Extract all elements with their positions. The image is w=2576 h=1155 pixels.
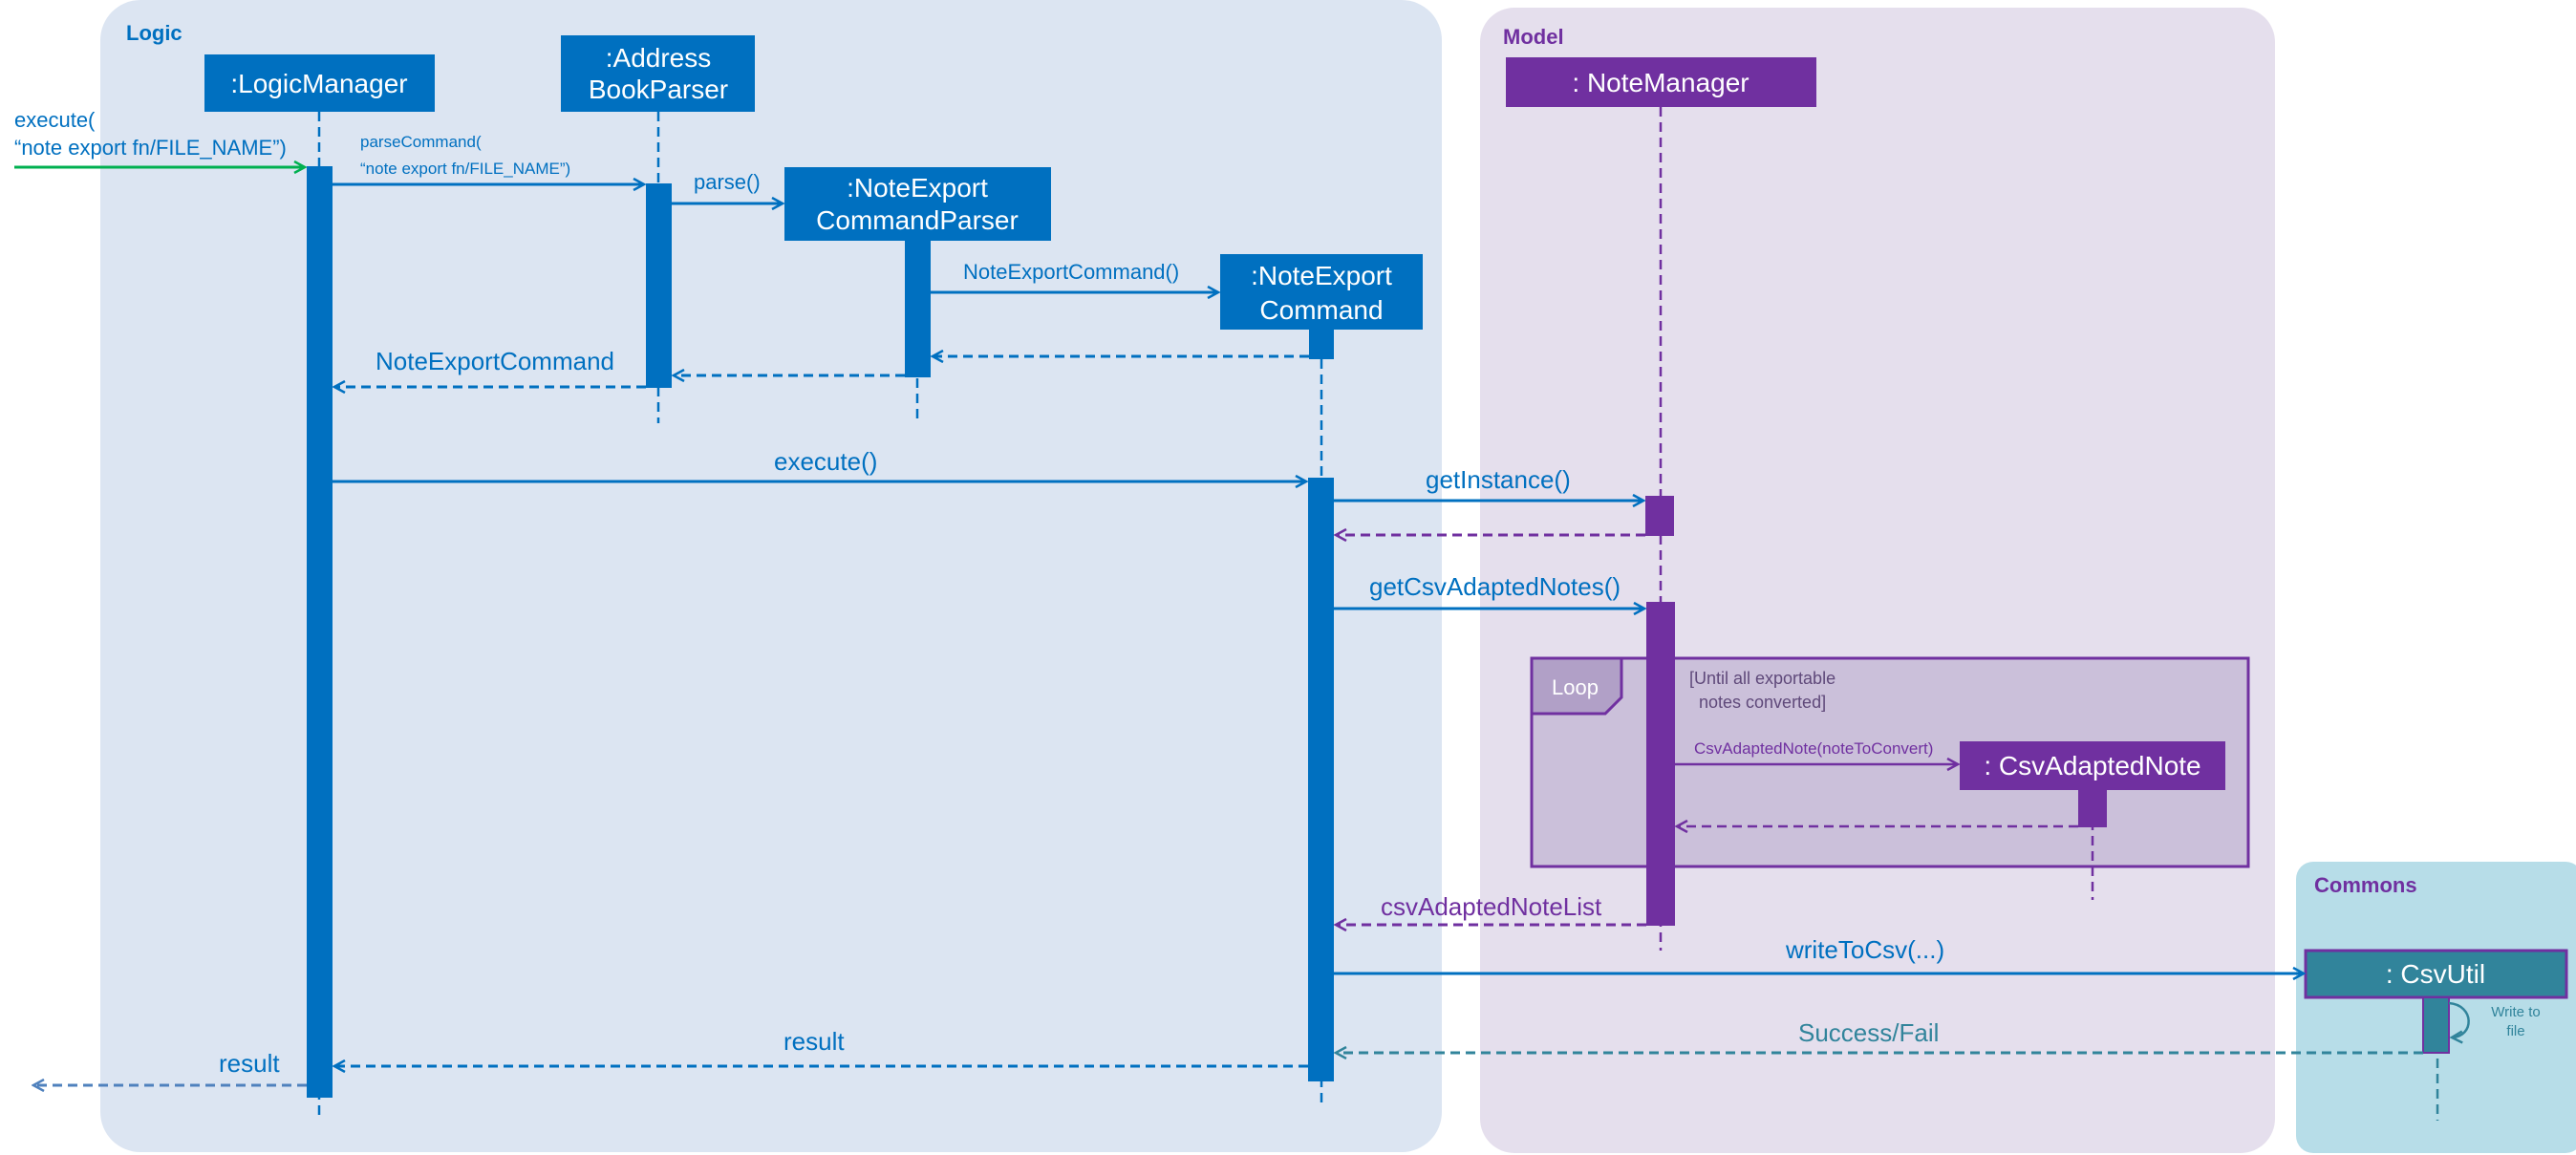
label-parse: parse() [694,170,761,194]
label-parse-command-1: parseCommand( [360,133,482,151]
participant-logic-manager-label: :LogicManager [230,69,407,98]
activation-note-export-command-execute [1308,478,1334,1081]
label-execute-external-2: “note export fn/FILE_NAME”) [14,136,287,160]
loop-guard-line-2: notes converted] [1699,693,1826,712]
label-write-to-file-1: Write to [2491,1004,2540,1020]
activation-csv-util [2422,996,2450,1054]
label-get-instance: getInstance() [1426,465,1571,494]
participant-csv-adapted-note-label: : CsvAdaptedNote [1984,751,2200,781]
participant-note-export-command-label-1: :NoteExport [1251,261,1392,290]
activation-logic-manager [307,166,333,1098]
label-get-csv-adapted-notes: getCsvAdaptedNotes() [1369,572,1621,601]
label-result-inner: result [784,1027,845,1056]
label-success-fail: Success/Fail [1798,1018,1939,1047]
label-execute: execute() [774,447,877,476]
loop-label: Loop [1552,675,1599,699]
participant-address-book-parser-label-2: BookParser [589,75,728,104]
label-execute-external-1: execute( [14,108,96,132]
label-note-export-command-ctor: NoteExportCommand() [963,260,1179,284]
label-csv-adapted-note-list: csvAdaptedNoteList [1381,892,1602,921]
participant-note-export-command-parser-label-1: :NoteExport [847,173,988,203]
participant-csv-util-label: : CsvUtil [2386,959,2485,989]
model-package-label: Model [1503,25,1564,49]
label-parse-command-2: “note export fn/FILE_NAME”) [360,160,570,178]
activation-address-book-parser [646,183,672,388]
label-csv-adapted-note-ctor: CsvAdaptedNote(noteToConvert) [1694,739,1933,758]
logic-package-label: Logic [126,21,182,45]
participant-note-export-command-parser-label-2: CommandParser [816,205,1019,235]
activation-note-manager-get-notes [1646,602,1675,926]
activation-csv-adapted-note [2078,790,2107,827]
loop-guard-line-1: [Until all exportable [1689,669,1835,688]
participant-note-manager-label: : NoteManager [1572,68,1749,97]
label-note-export-command-return: NoteExportCommand [376,347,614,375]
activation-note-export-command-init [1309,329,1334,359]
sequence-diagram: Logic Model Commons Loop [Until all expo… [14,0,2576,1153]
participant-note-export-command-label-2: Command [1259,295,1383,325]
participant-address-book-parser-label-1: :Address [606,43,712,73]
commons-package-label: Commons [2314,873,2417,897]
activation-note-manager-get-instance [1645,496,1674,536]
label-write-to-csv: writeToCsv(...) [1785,935,1944,964]
logic-package [100,0,1442,1152]
label-write-to-file-2: file [2506,1023,2524,1039]
activation-note-export-command-parser [905,241,931,377]
label-result-outer: result [219,1049,280,1078]
